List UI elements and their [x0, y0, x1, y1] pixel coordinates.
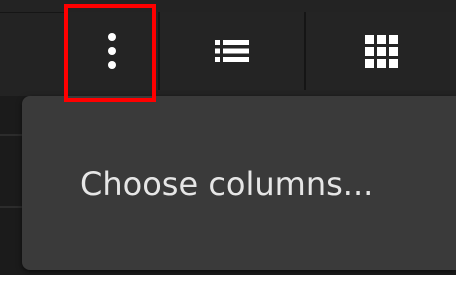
choose-columns-menu-item[interactable]: Choose columns...	[22, 148, 456, 220]
row-divider	[0, 134, 24, 136]
more-options-button[interactable]	[66, 12, 158, 90]
grid-icon	[364, 34, 398, 68]
app-window: Choose columns...	[0, 0, 456, 275]
toolbar-divider	[0, 12, 64, 13]
list-icon	[215, 39, 249, 63]
screenshot-frame: Choose columns...	[0, 0, 456, 282]
row-divider	[0, 206, 24, 208]
grid-view-button[interactable]	[306, 12, 456, 90]
vertical-ellipsis-icon	[107, 32, 117, 70]
view-toolbar	[0, 0, 456, 96]
columns-menu: Choose columns...	[22, 96, 456, 270]
list-view-button[interactable]	[160, 12, 304, 90]
